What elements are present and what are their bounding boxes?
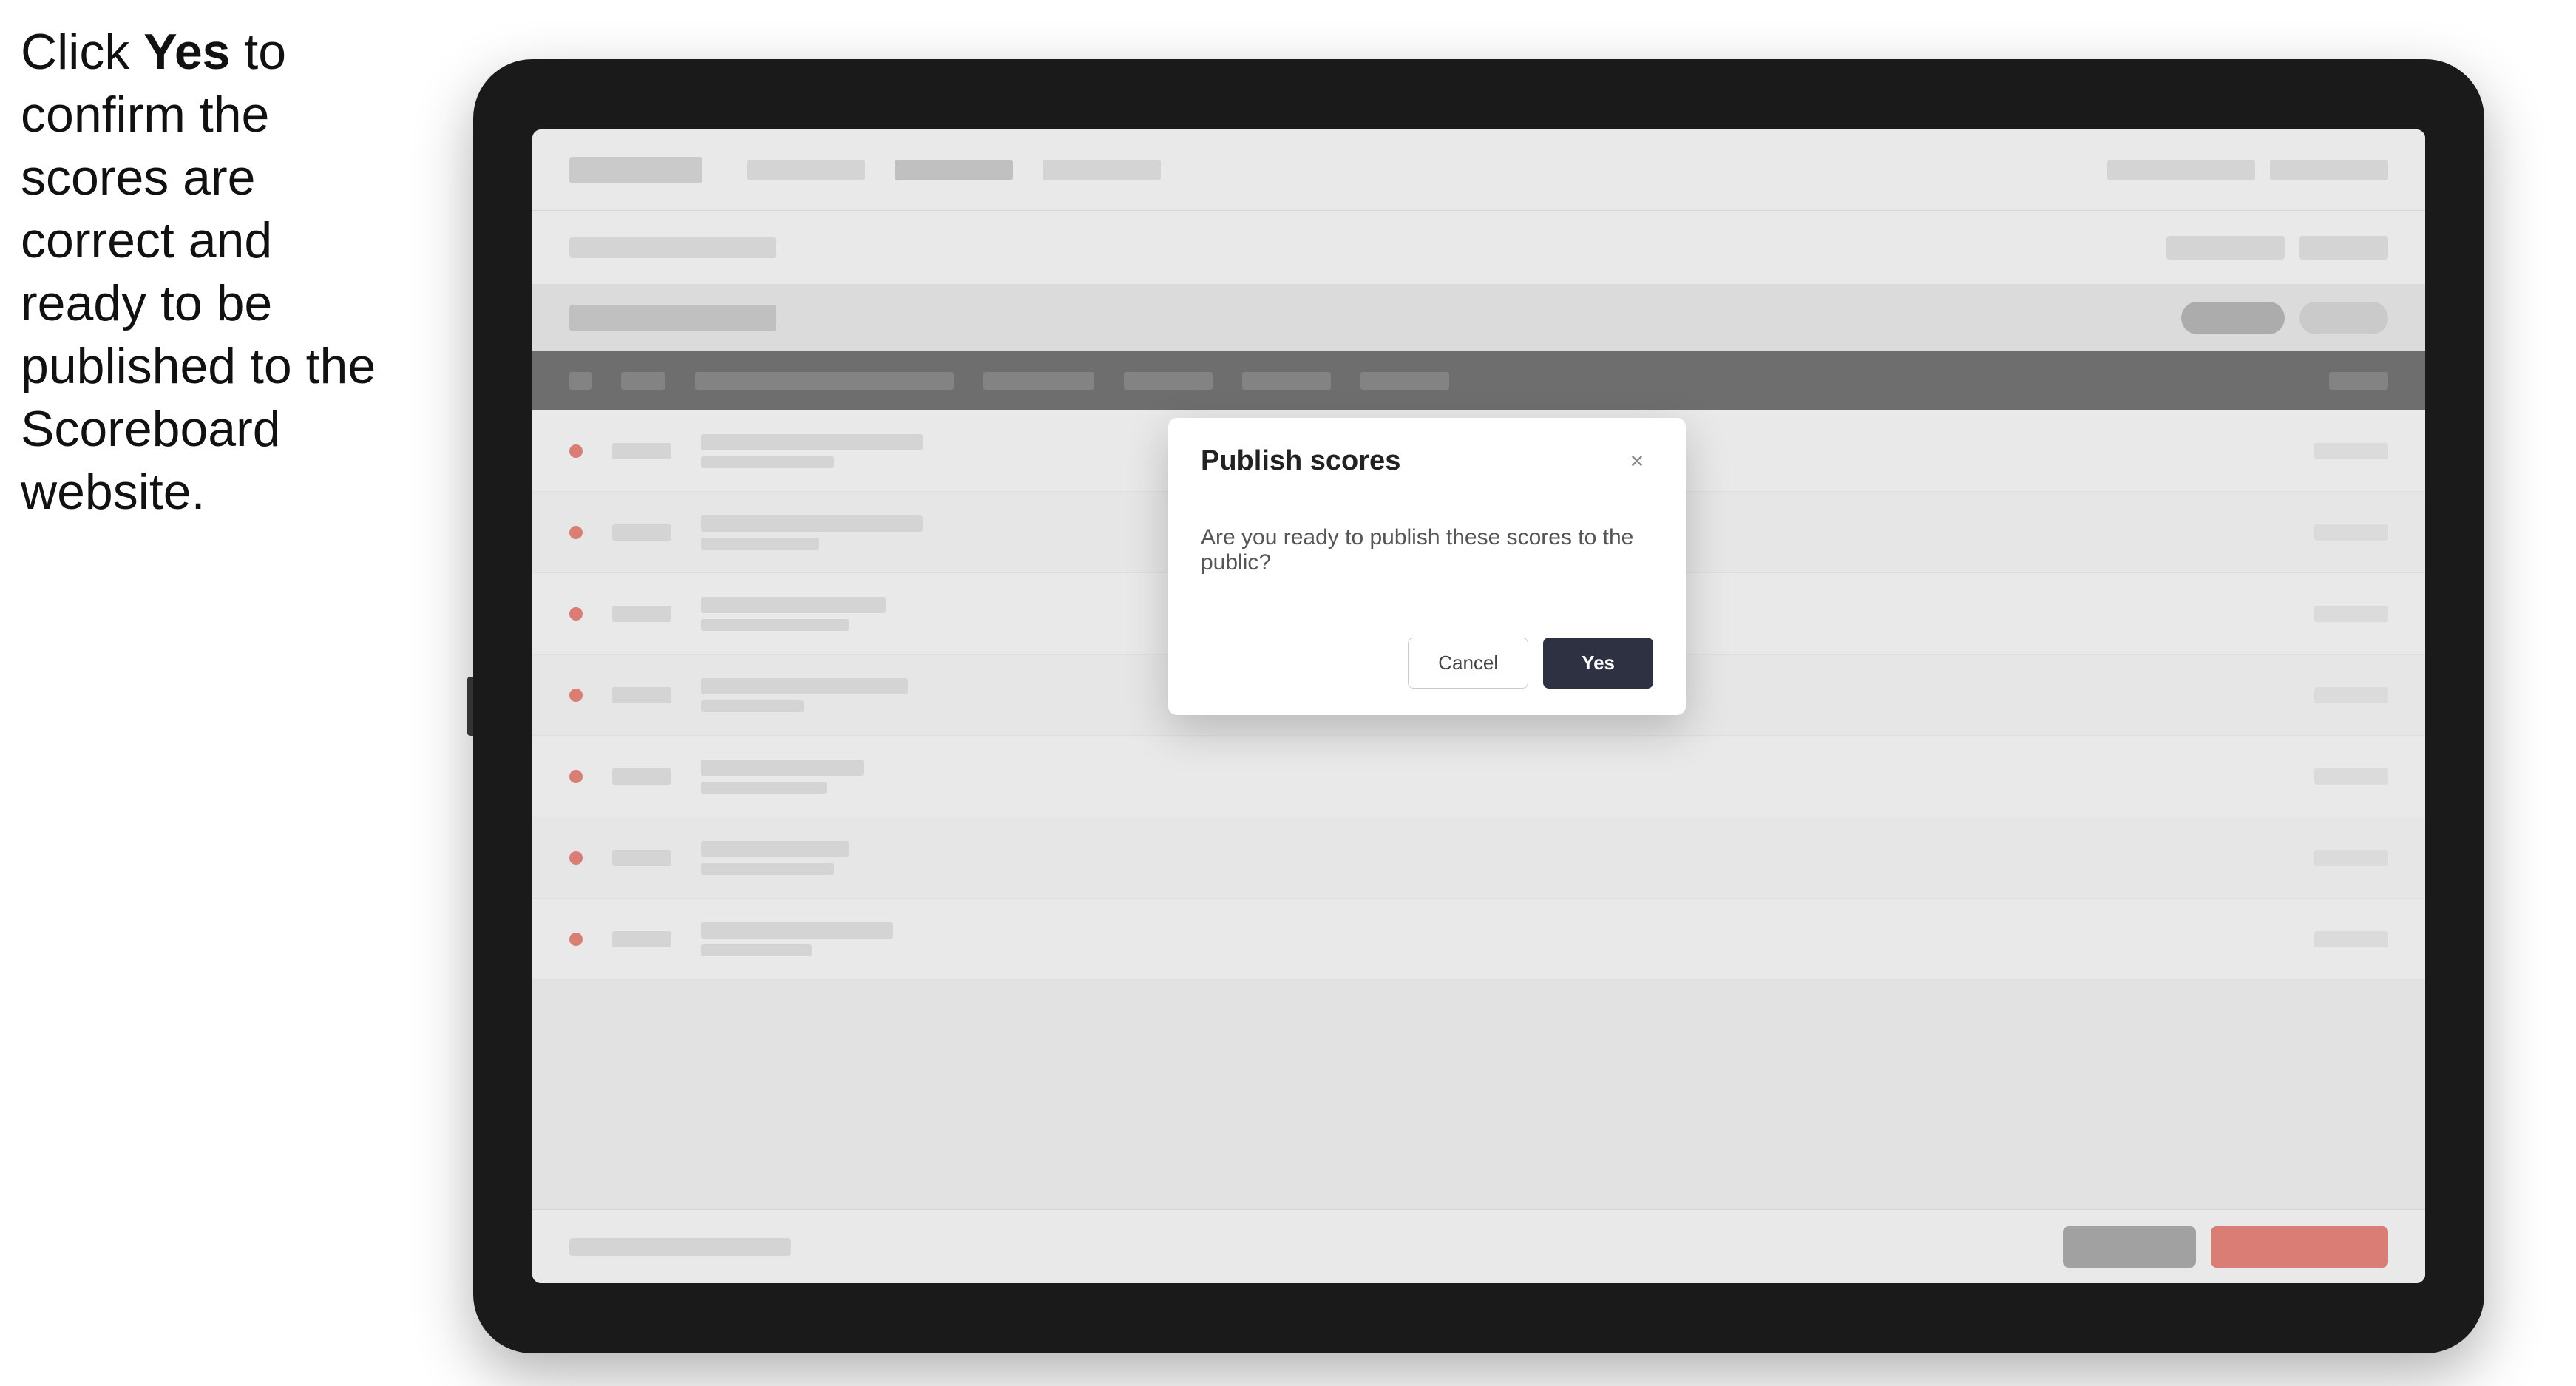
dialog-message: Are you ready to publish these scores to… [1201,525,1653,575]
yes-button[interactable]: Yes [1543,638,1653,689]
instruction-bold: Yes [143,24,230,80]
dialog-body: Are you ready to publish these scores to… [1168,498,1686,638]
instruction-prefix: Click [21,24,143,80]
dialog-header: Publish scores × [1168,418,1686,498]
tablet-screen: Publish scores × Are you ready to publis… [532,129,2425,1283]
dialog-close-button[interactable]: × [1621,444,1653,477]
tablet-side-button [467,677,473,736]
tablet-device: Publish scores × Are you ready to publis… [473,59,2484,1353]
cancel-button[interactable]: Cancel [1408,638,1528,689]
dialog-title: Publish scores [1201,445,1400,477]
instruction-suffix: to confirm the scores are correct and re… [21,24,376,520]
dialog-actions: Cancel Yes [1168,638,1686,715]
instruction-text: Click Yes to confirm the scores are corr… [21,21,405,524]
publish-scores-dialog: Publish scores × Are you ready to publis… [1168,418,1686,715]
